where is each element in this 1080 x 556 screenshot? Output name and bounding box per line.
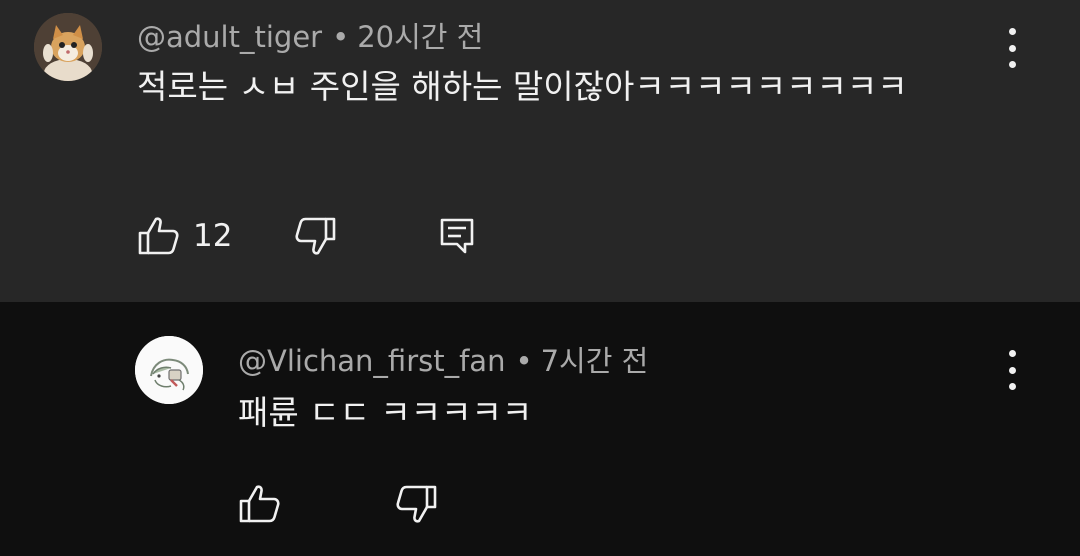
sketch-character-avatar-icon [135,336,203,404]
meta-separator: • [515,344,533,378]
comment-meta: @Vlichan_first_fan • 7시간 전 [238,338,648,380]
like-count: 12 [193,218,233,254]
thumbs-down-icon [295,217,336,255]
comment-vlichan-first-fan: @Vlichan_first_fan • 7시간 전 패륜 ㄷㄷ ㅋㅋㅋㅋㅋ [0,302,1080,556]
comment-meta: @adult_tiger • 20시간 전 [137,14,483,56]
like-button[interactable] [238,482,282,526]
meta-separator: • [332,20,350,54]
timestamp: 20시간 전 [357,20,484,54]
author-handle[interactable]: @Vlichan_first_fan [238,344,505,378]
author-handle[interactable]: @adult_tiger [137,20,322,54]
dislike-button[interactable] [394,482,438,526]
dislike-button[interactable] [293,214,337,258]
kebab-menu-icon[interactable] [1006,350,1018,390]
like-button[interactable]: 12 [137,214,237,258]
comment-actions [238,482,438,526]
thumbs-up-icon [138,217,179,255]
comment-actions: 12 [137,214,479,258]
cat-photo-avatar-icon [34,13,102,81]
comment-adult-tiger: @adult_tiger • 20시간 전 적로는 ㅅㅂ 주인을 해하는 말이잖아ㅋ… [0,0,1080,302]
thumbs-up-icon [239,485,280,523]
avatar[interactable] [34,13,102,81]
reply-button[interactable] [435,214,479,258]
reply-comment-icon [440,218,474,254]
comment-text: 적로는 ㅅㅂ 주인을 해하는 말이잖아ㅋㅋㅋㅋㅋㅋㅋㅋㅋ [137,67,908,106]
comment-text: 패륜 ㄷㄷ ㅋㅋㅋㅋㅋ [238,393,533,432]
avatar[interactable] [135,336,203,404]
thumbs-down-icon [396,485,437,523]
timestamp: 7시간 전 [540,344,649,378]
kebab-menu-icon[interactable] [1006,28,1018,68]
